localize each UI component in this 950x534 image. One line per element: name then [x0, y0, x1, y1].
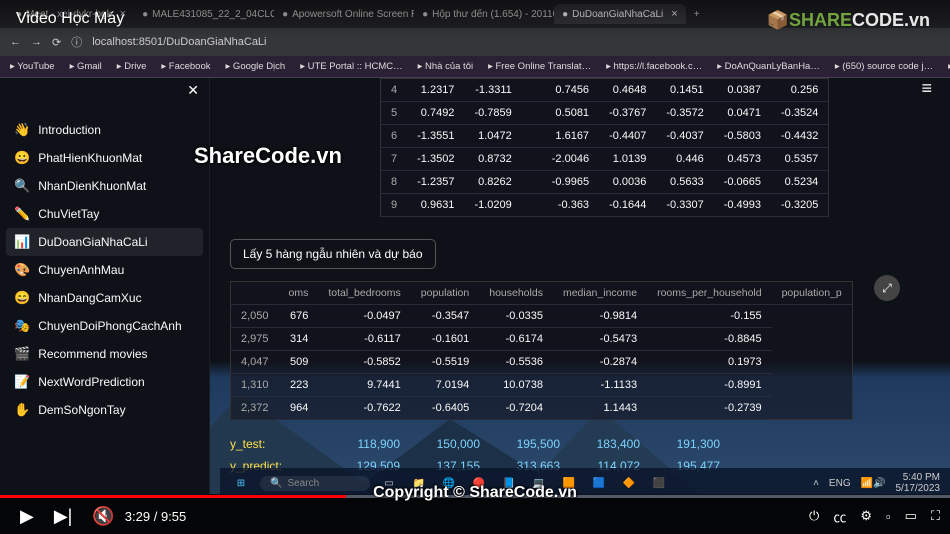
nav-emoji-icon: 😄 — [14, 290, 30, 306]
nav-emoji-icon: 👋 — [14, 122, 30, 138]
table-header-row: omstotal_bedroomspopulationhouseholdsmed… — [231, 282, 853, 305]
theater-icon[interactable]: ▭ — [905, 508, 917, 524]
app-vlc-icon[interactable]: 🔶 — [618, 472, 640, 494]
settings-icon[interactable]: ⚙ — [860, 508, 872, 524]
tray-date: 5/17/2023 — [896, 483, 941, 494]
bookmark-item[interactable]: ▸ https://l.facebook.c… — [606, 61, 702, 72]
app-body: ✕ 👋 Introduction 😀 PhatHienKhuonMat 🔍 NhanDie… — [0, 78, 950, 494]
sidebar-item-label: ChuVietTay — [38, 207, 99, 221]
nav-emoji-icon: ✏️ — [14, 206, 30, 222]
table-row: 2,975314-0.6117-0.1601-0.6174-0.5473-0.8… — [231, 328, 853, 351]
table-sample-data: omstotal_bedroomspopulationhouseholdsmed… — [230, 281, 853, 420]
bookmark-item[interactable]: ▸ Nhà của tôi — [418, 61, 473, 72]
watermark-center: ShareCode.vn — [194, 143, 342, 169]
sidebar-item-introduction[interactable]: 👋 Introduction — [0, 116, 209, 144]
time-display: 3:29 / 9:55 — [125, 509, 186, 524]
bookmark-item[interactable]: ▸ UTE Portal :: HCMC… — [300, 61, 402, 72]
app-misc3-icon[interactable]: ⬛ — [648, 472, 670, 494]
sidebar-item-label: DemSoNgonTay — [38, 403, 125, 417]
hamburger-icon[interactable]: ≡ — [921, 78, 932, 99]
next-button[interactable]: ▶| — [44, 506, 83, 527]
app-misc2-icon[interactable]: 🟦 — [588, 472, 610, 494]
close-icon[interactable]: ✕ — [187, 82, 199, 99]
sidebar-item-chuyenanhmau[interactable]: 🎨 ChuyenAnhMau — [0, 256, 209, 284]
bookmark-item[interactable]: ▸ Drive — [117, 61, 147, 72]
nav-emoji-icon: 📝 — [14, 374, 30, 390]
sidebar-item-label: NhanDienKhuonMat — [38, 179, 146, 193]
sidebar-item-label: ChuyenAnhMau — [38, 263, 124, 277]
sidebar-item-demsongontay[interactable]: ✋ DemSoNgonTay — [0, 396, 209, 424]
start-icon[interactable]: ⊞ — [230, 472, 252, 494]
nav-emoji-icon: 🔍 — [14, 178, 30, 194]
bookmark-item[interactable]: ▸ Facebook — [161, 61, 210, 72]
table-row: 50.7492-0.78590.5081-0.3767-0.35720.0471… — [381, 102, 829, 125]
sidebar-item-label: Introduction — [38, 123, 101, 137]
table-row: 8-1.23570.8262-0.99650.00360.5633-0.0665… — [381, 171, 829, 194]
sidebar: ✕ 👋 Introduction 😀 PhatHienKhuonMat 🔍 NhanDie… — [0, 78, 210, 494]
table-row: 2,372964-0.7622-0.6405-0.72041.1443-0.27… — [231, 397, 853, 420]
nav-emoji-icon: 😀 — [14, 150, 30, 166]
table-row: 90.9631-1.0209-0.363-0.1644-0.3307-0.499… — [381, 194, 829, 217]
sidebar-item-label: NextWordPrediction — [38, 375, 145, 389]
sidebar-item-nextwordprediction[interactable]: 📝 NextWordPrediction — [0, 368, 209, 396]
mute-button[interactable]: 🔇 — [82, 506, 124, 527]
bookmark-item[interactable]: ▸ DoAnQuanLyBanHa… — [717, 61, 820, 72]
bookmark-item[interactable]: ▸ (650) source code j… — [835, 61, 933, 72]
cc-button[interactable]: ㏄ — [833, 507, 846, 526]
sidebar-item-label: ChuyenDoiPhongCachAnh — [38, 319, 181, 333]
bookmark-item[interactable]: ▸ Gmail — [70, 61, 102, 72]
autoplay-toggle[interactable]: ⏻ — [809, 508, 819, 524]
main-content: ≡ 41.2317-1.33110.74560.46480.14510.0387… — [210, 78, 950, 494]
fullscreen-icon[interactable]: ⤢ — [874, 275, 900, 301]
sidebar-item-chuviettay[interactable]: ✏️ ChuVietTay — [0, 200, 209, 228]
bookmark-item[interactable]: ▸ Free Online Translat… — [488, 61, 591, 72]
play-button[interactable]: ▶ — [10, 506, 44, 527]
sidebar-item-chuyendoiphongcachanh[interactable]: 🎭 ChuyenDoiPhongCachAnh — [0, 312, 209, 340]
table-row: 41.2317-1.33110.74560.46480.14510.03870.… — [381, 79, 829, 102]
table-row: 6-1.35511.04721.6167-0.4407-0.4037-0.580… — [381, 125, 829, 148]
nav-emoji-icon: 🎨 — [14, 262, 30, 278]
nav-emoji-icon: ✋ — [14, 402, 30, 418]
table-row: 2,050676-0.0497-0.3547-0.0335-0.9814-0.1… — [231, 305, 853, 328]
fullscreen-button[interactable]: ⛶ — [931, 508, 940, 524]
sidebar-item-dudoangianhacali[interactable]: 📊 DuDoanGiaNhaCaLi — [6, 228, 203, 256]
sidebar-item-recommend movies[interactable]: 🎬 Recommend movies — [0, 340, 209, 368]
tray-lang[interactable]: ENG — [829, 478, 851, 489]
bookmark-item[interactable]: ▸ Google Dịch — [226, 61, 286, 72]
nav-emoji-icon: 🎬 — [14, 346, 30, 362]
predict-button[interactable]: Lấy 5 hàng ngẫu nhiên và dự báo — [230, 239, 436, 269]
miniplayer-icon[interactable]: ▫ — [886, 509, 891, 524]
taskbar-search[interactable]: 🔍 Search — [260, 476, 370, 491]
sidebar-item-label: PhatHienKhuonMat — [38, 151, 142, 165]
nav-emoji-icon: 📊 — [14, 234, 30, 250]
tray-time[interactable]: 5:40 PM — [896, 472, 941, 483]
tray-wifi-icon[interactable]: 📶🔊 — [861, 478, 886, 489]
nav-emoji-icon: 🎭 — [14, 318, 30, 334]
watermark-logo: 📦SHARECODE.vn — [767, 10, 930, 31]
watermark-copyright: Copyright © ShareCode.vn — [373, 484, 577, 502]
table-row: 4,047509-0.5852-0.5519-0.5536-0.28740.19… — [231, 351, 853, 374]
video-controls: ▶ ▶| 🔇 3:29 / 9:55 ⏻ ㏄ ⚙ ▫ ▭ ⛶ — [0, 498, 950, 534]
table-row: 1,3102239.74417.019410.0738-1.1133-0.899… — [231, 374, 853, 397]
sidebar-item-nhandangcamxuc[interactable]: 😄 NhanDangCamXuc — [0, 284, 209, 312]
sidebar-item-nhandienkhuonmat[interactable]: 🔍 NhanDienKhuonMat — [0, 172, 209, 200]
bookmarks-bar: ▸ YouTube ▸ Gmail ▸ Drive ▸ Facebook ▸ Googl… — [0, 56, 950, 78]
sidebar-item-phathienkhuonmat[interactable]: 😀 PhatHienKhuonMat — [0, 144, 209, 172]
bookmark-item[interactable]: ▸ YouTube — [10, 61, 55, 72]
sidebar-item-label: NhanDangCamXuc — [38, 291, 141, 305]
windows-taskbar: ⊞ 🔍 Search ▭ 📁 🌐 🔴 📘 💻 🟧 🟦 🔶 ⬛ ˄ ENG 📶🔊 … — [220, 468, 950, 498]
sidebar-item-label: Recommend movies — [38, 347, 147, 361]
sidebar-item-label: DuDoanGiaNhaCaLi — [38, 235, 147, 249]
tray-chevron-icon[interactable]: ˄ — [813, 478, 819, 489]
table-scaled-data: 41.2317-1.33110.74560.46480.14510.03870.… — [380, 78, 829, 217]
table-row: 7-1.35020.8732-2.00461.01390.4460.45730.… — [381, 148, 829, 171]
